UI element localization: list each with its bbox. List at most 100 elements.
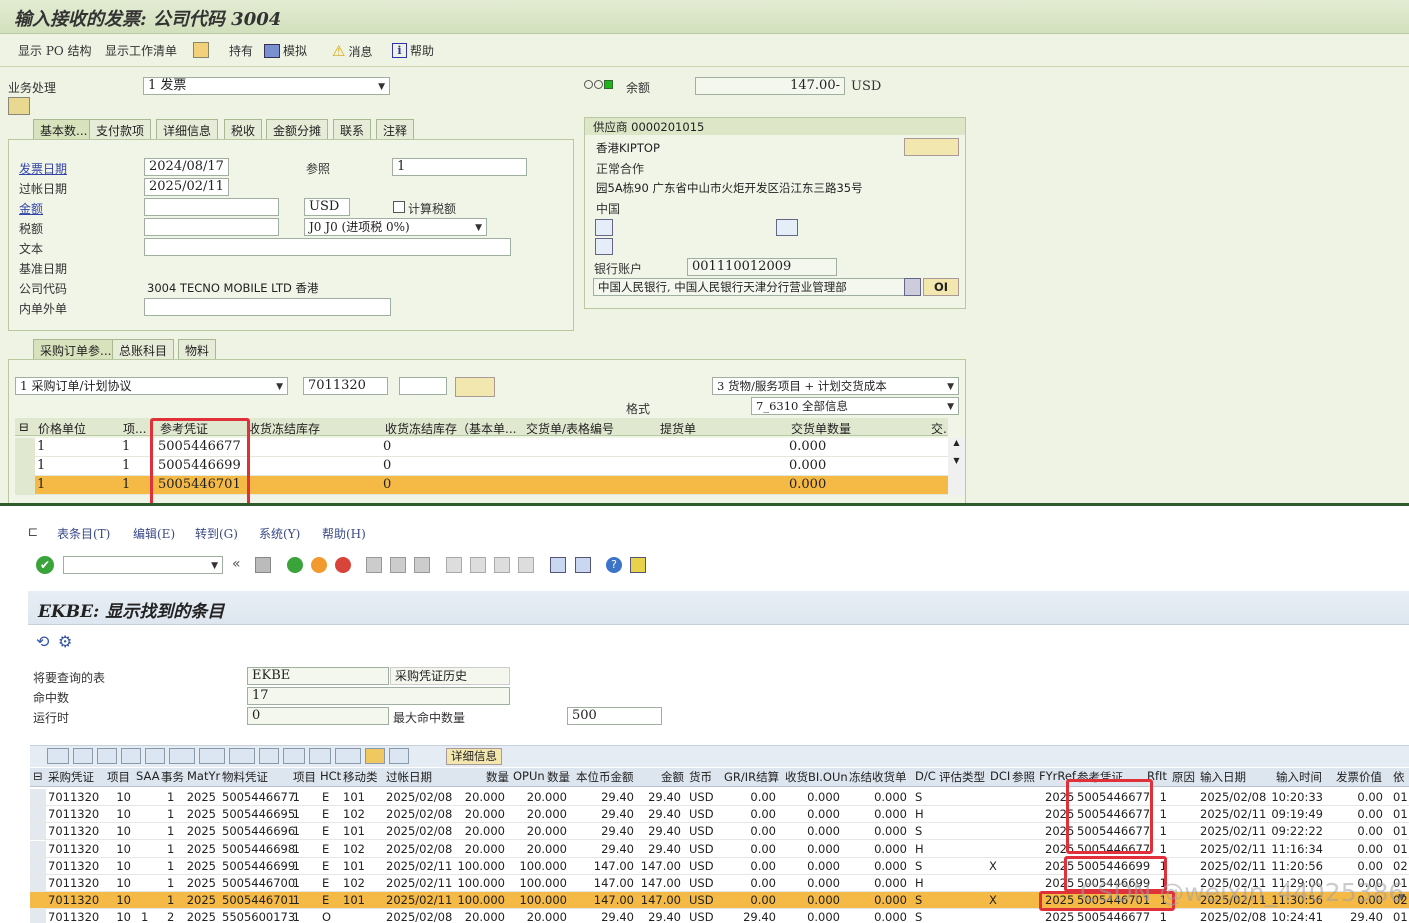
print-preview-icon[interactable] xyxy=(259,748,279,764)
new-session-icon[interactable] xyxy=(550,557,566,573)
enter-icon[interactable]: ✔ xyxy=(36,556,54,574)
transaction-select[interactable]: 1 发票 xyxy=(143,77,390,95)
tab-notes[interactable]: 注释 xyxy=(376,119,415,139)
print-icon[interactable] xyxy=(776,219,798,236)
tab-amount-split[interactable]: 金额分摊 xyxy=(266,119,329,139)
col-header[interactable]: 金额 xyxy=(661,769,684,785)
col-header[interactable]: 数量 xyxy=(486,769,509,785)
menu-table-entry[interactable]: 表条目(T) xyxy=(57,525,110,542)
show-po-structure-button[interactable]: 显示 PO 结构 xyxy=(18,42,92,59)
col-header[interactable]: 原因 xyxy=(1172,769,1195,785)
tab-material[interactable]: 物料 xyxy=(178,339,217,359)
view-icon[interactable] xyxy=(283,748,305,764)
row-selector[interactable] xyxy=(30,840,46,857)
col-header[interactable]: SAA xyxy=(136,769,160,783)
col-header[interactable]: 项目 xyxy=(107,769,130,785)
menu-goto[interactable]: 转到(G) xyxy=(195,525,238,542)
first-page-icon[interactable] xyxy=(446,557,462,573)
tab-payment[interactable]: 支付款项 xyxy=(89,119,152,139)
layout-icon[interactable] xyxy=(630,557,646,573)
col-header[interactable]: DCI xyxy=(990,769,1010,783)
row-selector[interactable] xyxy=(30,789,46,805)
show-worklist-button[interactable]: 显示工作清单 xyxy=(105,42,177,59)
find-next-icon[interactable] xyxy=(414,557,430,573)
settings-icon[interactable]: ⚙ xyxy=(58,632,72,651)
tax-field[interactable] xyxy=(144,218,279,236)
table-row[interactable]: 7011320 10 1 2025 5005446677 1 E 101 2025/02/08 2… xyxy=(30,789,1409,806)
invoice-date-field[interactable]: 2024/08/17 xyxy=(144,158,229,176)
tab-contact[interactable]: 联系 xyxy=(333,119,372,139)
currency-field[interactable]: USD xyxy=(304,198,350,216)
row-selector-column[interactable] xyxy=(15,438,35,495)
row-selector[interactable] xyxy=(30,806,46,823)
row-selector[interactable] xyxy=(30,909,46,923)
tab-gl-account[interactable]: 总账科目 xyxy=(112,339,175,359)
row-selector[interactable] xyxy=(30,892,46,909)
vendor-edit-icon[interactable] xyxy=(904,138,959,156)
col-header[interactable]: 物料凭证 xyxy=(222,769,268,785)
oi-button[interactable]: OI xyxy=(923,278,959,296)
bank-select-icon[interactable] xyxy=(904,278,921,296)
cancel-icon[interactable] xyxy=(335,557,351,573)
col-header[interactable]: 本位币金额 xyxy=(576,769,634,785)
prev-page-icon[interactable] xyxy=(470,557,486,573)
tab-basic-data[interactable]: 基本数... xyxy=(33,119,95,139)
graphic-icon[interactable] xyxy=(365,748,385,764)
sort-desc-icon[interactable] xyxy=(97,748,117,764)
col-header[interactable]: MatYr xyxy=(187,769,220,783)
col-header[interactable]: 输入日期 xyxy=(1200,769,1246,785)
menu-icon[interactable]: ⊏ xyxy=(28,525,38,539)
subtotal-icon[interactable] xyxy=(229,748,255,764)
tab-po-reference[interactable]: 采购订单参... xyxy=(33,339,119,359)
tax-code-select[interactable]: J0 J0 (进项税 0%) xyxy=(304,218,487,236)
col-header[interactable]: 数量 xyxy=(547,769,570,785)
table-row[interactable]: 7011320 10 1 2 2025 5505600173 1 O 2025/02/08 20.… xyxy=(30,909,1409,923)
chevron-left-icon[interactable]: « xyxy=(232,556,241,572)
command-field[interactable] xyxy=(63,556,223,574)
col-header[interactable]: 评估类型 xyxy=(939,769,985,785)
table-row[interactable]: 7011320 10 1 2025 5005446696 1 E 101 2025/02/08 2… xyxy=(30,823,1409,841)
col-header[interactable]: 项目 xyxy=(293,769,316,785)
po-item-field[interactable] xyxy=(399,377,447,395)
grid-settings-icon[interactable]: ⊟ xyxy=(19,420,29,434)
tab-details[interactable]: 详细信息 xyxy=(156,119,219,139)
row-selector[interactable] xyxy=(30,875,46,891)
menu-system[interactable]: 系统(Y) xyxy=(259,525,300,542)
col-header[interactable]: 发票价值 xyxy=(1336,769,1382,785)
help-icon[interactable]: ? xyxy=(606,557,622,573)
col-header[interactable]: 货币 xyxy=(689,769,712,785)
format-select[interactable]: 7_6310 全部信息 xyxy=(751,397,959,415)
messages-button[interactable]: ⚠ 消息 xyxy=(332,42,372,60)
amount-field[interactable] xyxy=(144,198,279,216)
find-icon[interactable] xyxy=(121,748,141,764)
col-header[interactable]: 输入时间 xyxy=(1276,769,1322,785)
col-header[interactable]: OPUn xyxy=(513,769,545,783)
col-header[interactable]: 移动类 xyxy=(343,769,378,785)
sort-asc-icon[interactable] xyxy=(73,748,93,764)
layout-icon[interactable] xyxy=(335,748,361,764)
doc-icon-button[interactable] xyxy=(193,42,209,58)
back-icon[interactable] xyxy=(287,557,303,573)
refresh-icon[interactable]: ⟲ xyxy=(36,632,49,651)
max-hits-field[interactable]: 500 xyxy=(567,707,662,725)
col-header[interactable]: 收货BI.OUn xyxy=(785,769,848,785)
menu-edit[interactable]: 编辑(E) xyxy=(133,525,175,542)
col-header[interactable]: 过帐日期 xyxy=(386,769,432,785)
calc-tax-checkbox[interactable] xyxy=(393,201,405,213)
col-header[interactable]: D/C xyxy=(915,769,936,783)
calendar-icon[interactable] xyxy=(595,238,613,255)
po-type-select[interactable]: 1 采购订单/计划协议 xyxy=(15,377,288,395)
col-header[interactable]: 采购凭证 xyxy=(48,769,94,785)
table-settings-icon[interactable]: ⊟ xyxy=(33,769,43,783)
text-field[interactable] xyxy=(144,238,511,256)
display-icon[interactable] xyxy=(595,219,613,236)
po-transfer-icon[interactable] xyxy=(455,377,495,397)
col-header[interactable]: 依 xyxy=(1393,769,1405,785)
filter-icon[interactable] xyxy=(169,748,195,764)
print-icon[interactable] xyxy=(366,557,382,573)
menu-help[interactable]: 帮助(H) xyxy=(322,525,366,542)
help-button[interactable]: i 帮助 xyxy=(392,42,434,59)
po-number-field[interactable]: 7011320 xyxy=(303,377,388,395)
export-icon[interactable] xyxy=(309,748,331,764)
table-row[interactable]: 7011320 10 1 2025 5005446699 1 E 101 2025/02/11 1… xyxy=(30,857,1409,875)
